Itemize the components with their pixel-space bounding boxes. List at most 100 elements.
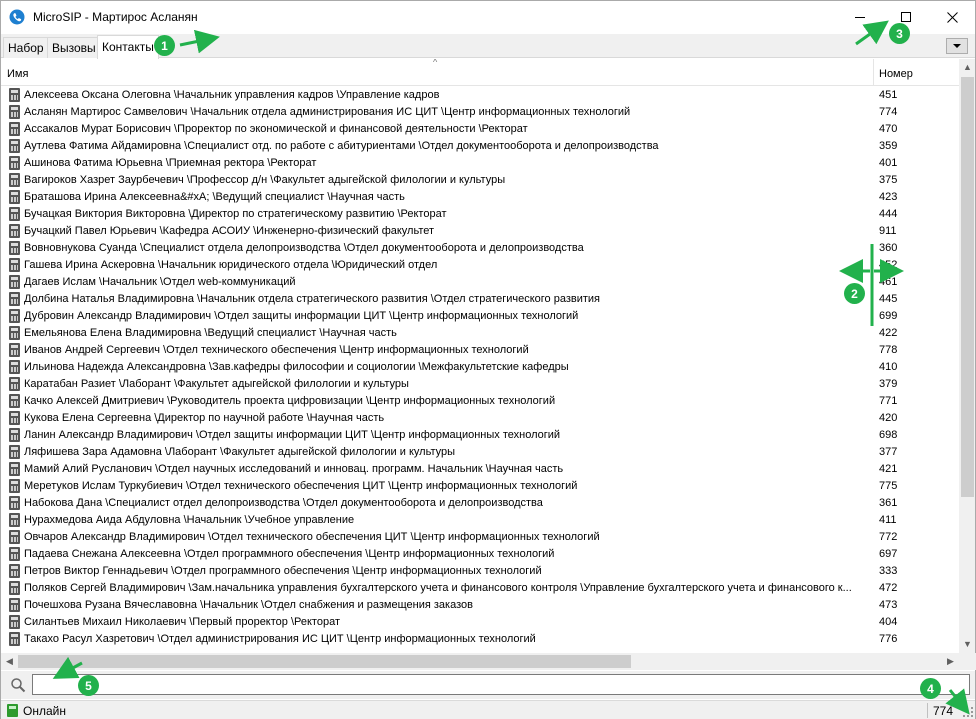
contact-row[interactable]: Ланин Александр Владимирович \Отдел защи… [1,427,959,444]
contact-row[interactable]: Бучацкая Виктория Викторовна \Директор п… [1,206,959,223]
tab-label: Набор [8,41,44,55]
scroll-down-arrow-icon[interactable]: ▼ [959,639,975,649]
phone-contact-icon [9,411,20,425]
horizontal-scrollbar[interactable]: ◀ ▶ [1,653,959,670]
search-input[interactable] [32,674,970,695]
vertical-scroll-thumb[interactable] [961,77,974,497]
contact-row[interactable]: Алексеева Оксана Олеговна \Начальник упр… [1,87,959,104]
contact-row[interactable]: Ашинова Фатима Юрьевна \Приемная ректора… [1,155,959,172]
contact-row[interactable]: Падаева Снежана Алексеевна \Отдел програ… [1,546,959,563]
horizontal-scroll-thumb[interactable] [18,655,631,668]
contact-number: 360 [879,242,898,254]
tab-calls[interactable]: Вызовы [47,37,101,58]
contact-rows: Алексеева Оксана Олеговна \Начальник упр… [1,87,959,648]
contact-row[interactable]: Качко Алексей Дмитриевич \Руководитель п… [1,393,959,410]
contact-name: Вагироков Хазрет Заурбечевич \Профессор … [24,174,506,186]
vertical-scrollbar[interactable]: ▲ ▼ [959,59,975,653]
tab-dialer[interactable]: Набор [3,37,49,58]
column-separator[interactable] [873,59,874,86]
contact-row[interactable]: Мамий Алий Русланович \Отдел научных исс… [1,461,959,478]
contact-row[interactable]: Ассакалов Мурат Борисович \Проректор по … [1,121,959,138]
online-status-icon[interactable] [7,704,18,717]
contact-row[interactable]: Дагаев Ислам \Начальник \Отдел web-комму… [1,274,959,291]
phone-contact-icon [9,122,20,136]
column-header-name[interactable]: Имя [7,68,28,80]
column-header: ^ Имя Номер [1,59,959,86]
contact-row[interactable]: Аутлева Фатима Айдамировна \Специалист о… [1,138,959,155]
contact-name: Ляфишева Зара Адамовна \Лаборант \Факуль… [24,446,456,458]
contacts-list[interactable]: ^ Имя Номер Алексеева Оксана Олеговна \Н… [1,59,975,653]
phone-contact-icon [9,105,20,119]
contact-row[interactable]: Вагироков Хазрет Заурбечевич \Профессор … [1,172,959,189]
contact-row[interactable]: Кукова Елена Сергеевна \Директор по науч… [1,410,959,427]
contact-number: 472 [879,582,898,594]
phone-contact-icon [9,275,20,289]
contact-row[interactable]: Бучацкий Павел Юрьевич \Кафедра АСОИУ \И… [1,223,959,240]
close-button[interactable] [929,1,975,33]
phone-contact-icon [9,581,20,595]
contact-row[interactable]: Поляков Сергей Владимирович \Зам.начальн… [1,580,959,597]
status-text[interactable]: Онлайн [23,704,66,718]
phone-contact-icon [9,326,20,340]
contact-name: Меретуков Ислам Туркубиевич \Отдел техни… [24,480,578,492]
contact-name: Гашева Ирина Аскеровна \Начальник юридич… [24,259,438,271]
contact-row[interactable]: Нурахмедова Аида Абдуловна \Начальник \У… [1,512,959,529]
phone-contact-icon [9,462,20,476]
tab-bar: Набор Вызовы Контакты [1,34,975,59]
contact-row[interactable]: Емельянова Елена Владимировна \Ведущий с… [1,325,959,342]
contact-number: 421 [879,463,898,475]
status-separator [927,703,928,718]
contact-row[interactable]: Меретуков Ислам Туркубиевич \Отдел техни… [1,478,959,495]
tab-contacts[interactable]: Контакты [97,35,159,59]
contact-row[interactable]: Ильинова Надежда Александровна \Зав.кафе… [1,359,959,376]
scroll-up-arrow-icon[interactable]: ▲ [959,62,975,72]
maximize-button[interactable] [883,1,929,33]
phone-contact-icon [9,496,20,510]
scroll-right-arrow-icon[interactable]: ▶ [942,656,959,667]
contact-number: 698 [879,429,898,441]
phone-contact-icon [9,88,20,102]
contact-number: 375 [879,174,898,186]
search-bar [1,671,975,699]
contact-row[interactable]: Браташова Ирина Алексеевна&#xA; \Ведущий… [1,189,959,206]
minimize-button[interactable] [837,1,883,33]
contact-row[interactable]: Петров Виктор Геннадьевич \Отдел програм… [1,563,959,580]
contact-row[interactable]: Такахо Расул Хазретович \Отдел администр… [1,631,959,648]
contact-row[interactable]: Гашева Ирина Аскеровна \Начальник юридич… [1,257,959,274]
tabs-menu-button[interactable] [946,38,968,54]
contact-number: 774 [879,106,898,118]
contact-row[interactable]: Ляфишева Зара Адамовна \Лаборант \Факуль… [1,444,959,461]
scroll-left-arrow-icon[interactable]: ◀ [1,656,18,667]
contact-number: 911 [879,225,897,237]
status-extension: 774 [933,704,954,718]
contact-row[interactable]: Овчаров Александр Владимирович \Отдел те… [1,529,959,546]
contact-name: Аутлева Фатима Айдамировна \Специалист о… [24,140,659,152]
contact-row[interactable]: Каратабан Разиет \Лаборант \Факультет ад… [1,376,959,393]
contact-number: 359 [879,140,898,152]
resize-grip-icon[interactable] [963,707,973,717]
contact-number: 401 [879,157,898,169]
contact-row[interactable]: Силантьев Михаил Николаевич \Первый прор… [1,614,959,631]
contact-number: 772 [879,531,898,543]
minimize-icon [855,17,865,18]
contact-number: 451 [879,89,898,101]
contact-number: 776 [879,633,898,645]
contact-row[interactable]: Вовновнукова Суанда \Специалист отдела д… [1,240,959,257]
phone-contact-icon [9,139,20,153]
contact-name: Каратабан Разиет \Лаборант \Факультет ад… [24,378,409,390]
contact-row[interactable]: Почешхова Рузана Вячеславовна \Начальник… [1,597,959,614]
phone-contact-icon [9,190,20,204]
tab-label: Контакты [102,40,154,54]
contact-number: 452 [879,259,898,271]
contact-name: Алексеева Оксана Олеговна \Начальник упр… [24,89,440,101]
contact-row[interactable]: Долбина Наталья Владимировна \Начальник … [1,291,959,308]
contact-row[interactable]: Набокова Дана \Специалист отдел делопрои… [1,495,959,512]
contact-name: Падаева Снежана Алексеевна \Отдел програ… [24,548,555,560]
microsip-app-icon [9,9,25,25]
tab-label: Вызовы [52,41,96,55]
contact-row[interactable]: Асланян Мартирос Самвелович \Начальник о… [1,104,959,121]
contact-row[interactable]: Иванов Андрей Сергеевич \Отдел техническ… [1,342,959,359]
contact-row[interactable]: Дубровин Александр Владимирович \Отдел з… [1,308,959,325]
column-header-number[interactable]: Номер [879,68,913,80]
contact-number: 778 [879,344,898,356]
